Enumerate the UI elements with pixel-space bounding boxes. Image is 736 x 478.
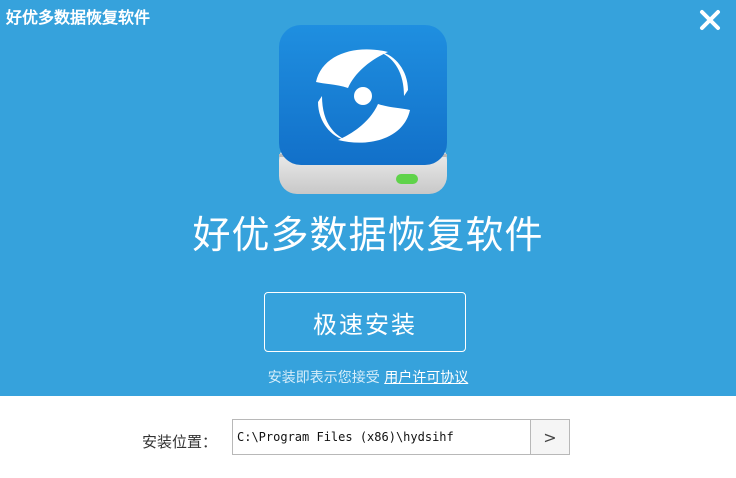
browse-button[interactable]: > xyxy=(530,419,570,455)
close-icon xyxy=(700,10,720,30)
install-location-label: 安装位置： xyxy=(142,433,218,451)
license-agreement-link[interactable]: 用户许可协议 xyxy=(384,370,468,386)
install-location-panel: 安装位置： > xyxy=(0,396,736,478)
window-title: 好优多数据恢复软件 xyxy=(6,8,151,27)
app-logo-icon xyxy=(278,24,448,196)
app-name: 好优多数据恢复软件 xyxy=(192,213,544,257)
agreement-notice: 安装即表示您接受 用户许可协议 xyxy=(0,367,736,387)
agreement-text: 安装即表示您接受 xyxy=(267,370,380,386)
close-button[interactable] xyxy=(696,6,724,34)
header-panel: 好优多数据恢复软件 好优多数据恢复软件 极速安装 安装即表示您接受 用户许可协议 xyxy=(0,0,736,396)
install-path-input[interactable] xyxy=(232,419,530,455)
quick-install-button[interactable]: 极速安装 xyxy=(264,292,466,352)
